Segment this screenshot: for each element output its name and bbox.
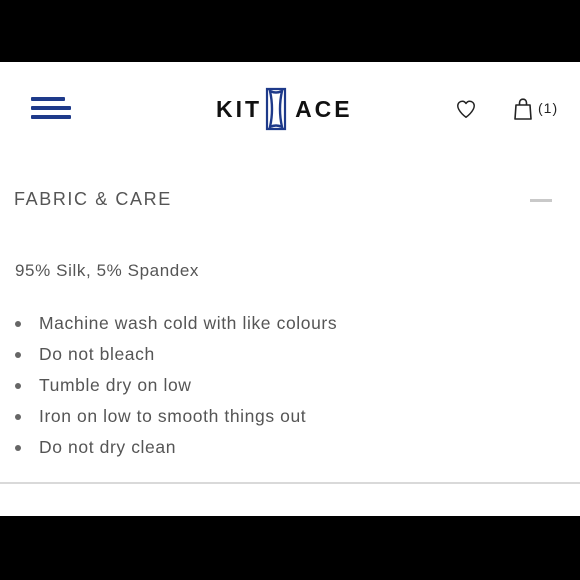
logo-text-right: ACE <box>295 95 353 122</box>
care-instruction: Do not dry clean <box>39 437 177 457</box>
care-instruction: Do not bleach <box>39 344 155 364</box>
collapse-minus-icon[interactable] <box>530 199 552 202</box>
list-item: Do not bleach <box>14 339 337 370</box>
bullet-icon <box>15 321 21 327</box>
fabric-composition: 95% Silk, 5% Spandex <box>15 261 199 280</box>
hamburger-menu-icon[interactable] <box>31 97 71 121</box>
list-item: Tumble dry on low <box>14 370 337 401</box>
cart-count: (1) <box>538 100 559 116</box>
fabric-care-title[interactable]: FABRIC & CARE <box>14 189 172 210</box>
care-instructions-list: Machine wash cold with like colours Do n… <box>14 308 337 463</box>
list-item: Iron on low to smooth things out <box>14 401 337 432</box>
bullet-icon <box>15 383 21 389</box>
section-divider <box>0 482 580 484</box>
product-page: KIT ACE (1) FABRIC & CARE 95% Silk, 5% S… <box>0 62 580 516</box>
bullet-icon <box>15 352 21 358</box>
kit-and-ace-logo[interactable]: KIT ACE <box>216 86 353 132</box>
cart-button[interactable]: (1) <box>513 98 558 122</box>
list-item: Machine wash cold with like colours <box>14 308 337 339</box>
heart-icon[interactable] <box>455 98 477 120</box>
bullet-icon <box>15 414 21 420</box>
logo-text-left: KIT <box>216 95 263 122</box>
care-instruction: Machine wash cold with like colours <box>39 313 338 333</box>
care-instruction: Iron on low to smooth things out <box>39 406 307 426</box>
list-item: Do not dry clean <box>14 432 337 463</box>
shopping-bag-icon <box>513 98 533 125</box>
care-instruction: Tumble dry on low <box>39 375 192 395</box>
logo-mark-icon <box>265 87 287 131</box>
bullet-icon <box>15 445 21 451</box>
